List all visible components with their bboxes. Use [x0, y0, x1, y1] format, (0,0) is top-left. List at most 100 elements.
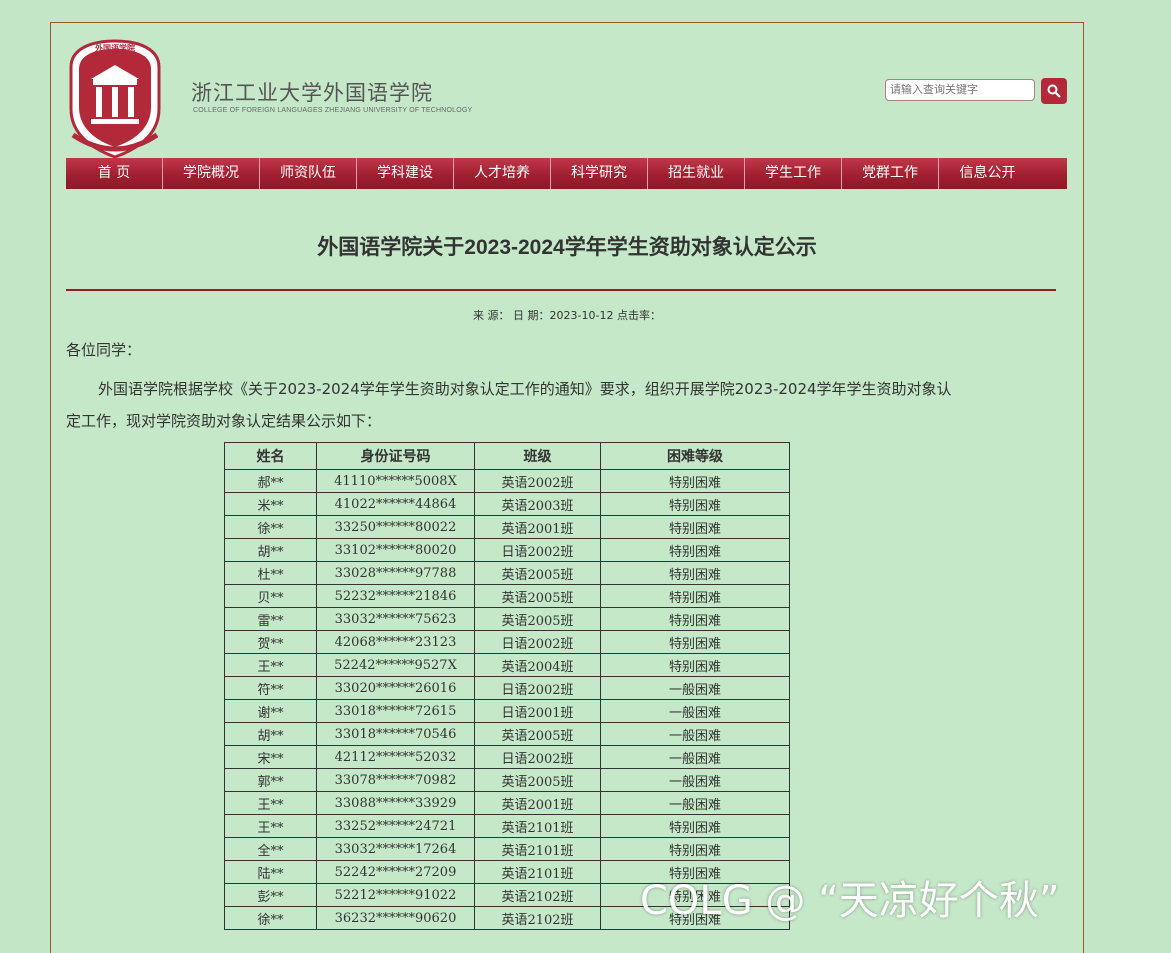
cell-id: 33078******70982	[316, 768, 475, 792]
cell-name: 郝**	[224, 469, 317, 493]
cell-level: 特别困难	[600, 515, 790, 539]
cell-class: 英语2102班	[474, 883, 601, 907]
cell-id: 52242******27209	[316, 860, 475, 884]
cell-level: 一般困难	[600, 745, 790, 769]
cell-name: 杜**	[224, 561, 317, 585]
cell-class: 日语2002班	[474, 676, 601, 700]
cell-id: 33250******80022	[316, 515, 475, 539]
table-row: 杜** 33028******97788 英语2005班 特别困难	[224, 561, 790, 585]
cell-class: 英语2003班	[474, 492, 601, 516]
cell-class: 英语2001班	[474, 515, 601, 539]
cell-class: 日语2001班	[474, 699, 601, 723]
cell-name: 雷**	[224, 607, 317, 631]
cell-class: 日语2002班	[474, 538, 601, 562]
cell-class: 英语2005班	[474, 768, 601, 792]
article-paragraph: 外国语学院根据学校《关于2023-2024学年学生资助对象认定工作的通知》要求，…	[66, 380, 952, 430]
college-name-cn: 浙江工业大学外国语学院	[191, 81, 433, 105]
aid-recipient-table: 姓名 身份证号码 班级 困难等级 郝** 41110******5008X 英语20…	[224, 442, 790, 930]
cell-name: 贝**	[224, 584, 317, 608]
cell-class: 日语2002班	[474, 745, 601, 769]
cell-class: 英语2005班	[474, 561, 601, 585]
nav-item-education[interactable]: 人才培养	[454, 158, 551, 189]
cell-id: 42068******23123	[316, 630, 475, 654]
table-row: 宋** 42112******52032 日语2002班 一般困难	[224, 745, 790, 769]
cell-class: 英语2101班	[474, 837, 601, 861]
cell-name: 王**	[224, 814, 317, 838]
cell-name: 王**	[224, 653, 317, 677]
cell-id: 33102******80020	[316, 538, 475, 562]
cell-class: 英语2005班	[474, 607, 601, 631]
cell-level: 特别困难	[600, 561, 790, 585]
table-row: 米** 41022******44864 英语2003班 特别困难	[224, 492, 790, 516]
cell-level: 特别困难	[600, 814, 790, 838]
cell-level: 特别困难	[600, 584, 790, 608]
cell-id: 52242******9527X	[316, 653, 475, 677]
cell-class: 英语2005班	[474, 722, 601, 746]
article-greeting: 各位同学：	[66, 341, 142, 359]
table-row: 王** 33252******24721 英语2101班 特别困难	[224, 814, 790, 838]
nav-item-faculty[interactable]: 师资队伍	[260, 158, 357, 189]
cell-name: 王**	[224, 791, 317, 815]
seal-top-text: 外国语学院	[95, 44, 135, 53]
cell-name: 谢**	[224, 699, 317, 723]
table-row: 徐** 33250******80022 英语2001班 特别困难	[224, 515, 790, 539]
cell-class: 英语2002班	[474, 469, 601, 493]
cell-name: 符**	[224, 676, 317, 700]
cell-name: 胡**	[224, 538, 317, 562]
nav-item-disciplines[interactable]: 学科建设	[357, 158, 454, 189]
cell-id: 33018******70546	[316, 722, 475, 746]
nav-item-admissions[interactable]: 招生就业	[648, 158, 745, 189]
search-button[interactable]	[1041, 78, 1067, 104]
cell-id: 42112******52032	[316, 745, 475, 769]
cell-id: 33032******17264	[316, 837, 475, 861]
cell-class: 日语2002班	[474, 630, 601, 654]
college-seal-logo[interactable]	[67, 39, 163, 159]
cell-level: 特别困难	[600, 630, 790, 654]
cell-id: 41110******5008X	[316, 469, 475, 493]
cell-name: 米**	[224, 492, 317, 516]
table-row: 贺** 42068******23123 日语2002班 特别困难	[224, 630, 790, 654]
article-title: 外国语学院关于2023-2024学年学生资助对象认定公示	[317, 236, 817, 259]
table-row: 贝** 52232******21846 英语2005班 特别困难	[224, 584, 790, 608]
cell-class: 英语2101班	[474, 814, 601, 838]
cell-level: 特别困难	[600, 607, 790, 631]
cell-name: 郭**	[224, 768, 317, 792]
cell-name: 彭**	[224, 883, 317, 907]
cell-class: 英语2005班	[474, 584, 601, 608]
cell-id: 52212******91022	[316, 883, 475, 907]
main-nav: 首 页 学院概况 师资队伍 学科建设 人才培养 科学研究 招生就业 学生工作 党…	[66, 158, 1067, 189]
nav-item-info[interactable]: 信息公开	[939, 158, 1036, 189]
article-meta: 来 源： 日 期：2023-10-12 点击率：	[473, 309, 661, 322]
table-row: 郭** 33078******70982 英语2005班 一般困难	[224, 768, 790, 792]
cell-name: 陆**	[224, 860, 317, 884]
cell-name: 徐**	[224, 906, 317, 930]
column-header-name: 姓名	[224, 442, 317, 470]
cell-id: 33252******24721	[316, 814, 475, 838]
cell-name: 胡**	[224, 722, 317, 746]
cell-class: 英语2001班	[474, 791, 601, 815]
cell-name: 贺**	[224, 630, 317, 654]
cell-id: 33018******72615	[316, 699, 475, 723]
cell-level: 一般困难	[600, 699, 790, 723]
table-row: 王** 33088******33929 英语2001班 一般困难	[224, 791, 790, 815]
cell-name: 徐**	[224, 515, 317, 539]
nav-item-student-affairs[interactable]: 学生工作	[745, 158, 842, 189]
table-header-row: 姓名 身份证号码 班级 困难等级	[224, 442, 790, 470]
nav-item-about[interactable]: 学院概况	[163, 158, 260, 189]
table-row: 郝** 41110******5008X 英语2002班 特别困难	[224, 469, 790, 493]
cell-id: 41022******44864	[316, 492, 475, 516]
cell-id: 33088******33929	[316, 791, 475, 815]
cell-level: 一般困难	[600, 768, 790, 792]
watermark-text: COLG @ “天凉好个秋”	[640, 878, 1060, 924]
cell-id: 33020******26016	[316, 676, 475, 700]
college-name-en: COLLEGE OF FOREIGN LANGUAGES ZHEJIANG UN…	[193, 107, 473, 114]
cell-name: 宋**	[224, 745, 317, 769]
cell-class: 英语2102班	[474, 906, 601, 930]
nav-item-research[interactable]: 科学研究	[551, 158, 648, 189]
search-input[interactable]	[885, 79, 1035, 101]
nav-item-party[interactable]: 党群工作	[842, 158, 939, 189]
column-header-class: 班级	[474, 442, 601, 470]
title-divider	[66, 289, 1056, 291]
cell-id: 36232******90620	[316, 906, 475, 930]
nav-item-home[interactable]: 首 页	[66, 158, 163, 189]
